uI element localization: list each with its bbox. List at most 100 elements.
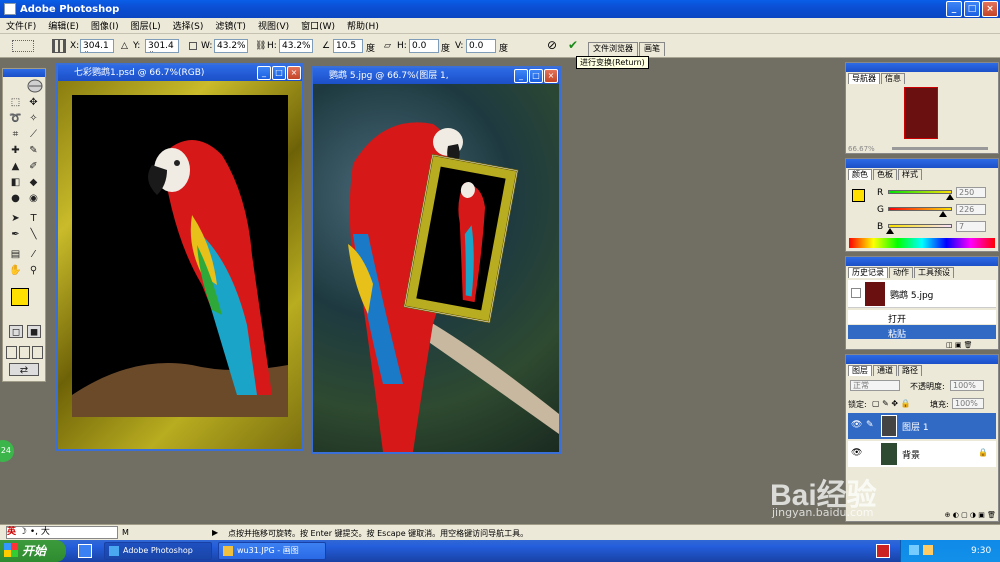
tab-paths[interactable]: 路径	[898, 365, 922, 376]
close-button[interactable]: ×	[982, 1, 998, 17]
menu-window[interactable]: 窗口(W)	[295, 19, 341, 32]
layer-name[interactable]: 图层 1	[902, 420, 929, 433]
layer-brush-icon[interactable]: ✎	[866, 420, 874, 430]
tab-navigator[interactable]: 导航器	[848, 73, 880, 84]
b-value[interactable]: 7	[956, 221, 986, 232]
history-item-selected[interactable]: 粘贴	[848, 325, 996, 340]
clock[interactable]: 9:30	[971, 540, 991, 562]
navigator-thumbnail[interactable]	[904, 87, 938, 139]
menu-layer[interactable]: 图层(L)	[125, 19, 167, 32]
minimize-button[interactable]: _	[946, 1, 962, 17]
adobe-online-icon[interactable]	[5, 77, 43, 95]
jump-to-imageready-icon[interactable]: ⇄	[9, 363, 39, 376]
layer-name[interactable]: 背景	[902, 448, 920, 461]
tab-styles[interactable]: 样式	[898, 169, 922, 180]
menu-view[interactable]: 视图(V)	[252, 19, 295, 32]
history-buttons[interactable]: ◫ ▣ 🗑	[946, 341, 996, 349]
document-2-canvas[interactable]	[313, 84, 559, 452]
document-window-1[interactable]: 七彩鹦鹉1.psd @ 66.7%(RGB) _ □ ×	[56, 63, 304, 451]
tray-app-icon[interactable]	[876, 544, 890, 558]
history-item[interactable]: 打开	[848, 310, 996, 325]
marquee-tool-icon[interactable]: ⬚	[9, 96, 22, 109]
document-window-2[interactable]: 鹦鹉 5.jpg @ 66.7%(图层 1, _ □ ×	[311, 66, 561, 454]
eyedropper-tool-icon[interactable]: ⁄	[27, 248, 40, 261]
w-input[interactable]: 43.2%	[214, 39, 248, 53]
taskbar-item-photoshop[interactable]: Adobe Photoshop	[104, 542, 212, 560]
taskbar-item-paint[interactable]: wu31.JPG - 画图	[218, 542, 326, 560]
move-tool-icon[interactable]: ✥	[27, 96, 40, 109]
slice-tool-icon[interactable]: ⟋	[27, 128, 40, 141]
link-icon[interactable]: ⛓	[255, 41, 266, 51]
quick-mask-icon[interactable]: ◼	[27, 325, 41, 338]
navigator-zoom[interactable]: 66.67%	[848, 145, 875, 153]
doc1-maximize-button[interactable]: □	[272, 66, 286, 80]
tab-file-browser[interactable]: 文件浏览器	[588, 42, 638, 56]
document-size[interactable]: M	[122, 528, 129, 537]
volume-icon[interactable]	[923, 545, 933, 555]
clone-stamp-tool-icon[interactable]: ▲	[9, 160, 22, 173]
menu-file[interactable]: 文件(F)	[0, 19, 42, 32]
screen-mode-3-icon[interactable]	[32, 346, 43, 359]
doc1-close-button[interactable]: ×	[287, 66, 301, 80]
type-tool-icon[interactable]: T	[27, 212, 40, 225]
blend-mode-select[interactable]: 正常	[850, 380, 900, 391]
standard-mode-icon[interactable]: ◻	[9, 325, 23, 338]
zoom-tool-icon[interactable]: ⚲	[27, 264, 40, 277]
line-tool-icon[interactable]: ╲	[27, 228, 40, 241]
tab-actions[interactable]: 动作	[889, 267, 913, 278]
tab-layers[interactable]: 图层	[848, 365, 872, 376]
network-icon[interactable]	[909, 545, 919, 555]
tab-info[interactable]: 信息	[881, 73, 905, 84]
y-input[interactable]: 301.4 像	[145, 39, 179, 53]
doc1-minimize-button[interactable]: _	[257, 66, 271, 80]
pen-tool-icon[interactable]: ✒	[9, 228, 22, 241]
color-swatches[interactable]	[8, 285, 38, 317]
ime-mode[interactable]: 英	[7, 527, 16, 537]
lock-icons[interactable]: ▢ ✎ ✥ 🔒	[872, 399, 911, 408]
reference-point-icon[interactable]	[52, 39, 66, 53]
menu-image[interactable]: 图像(I)	[85, 19, 125, 32]
ime-toolbar[interactable]: 英 ☽ •, 大	[6, 526, 118, 539]
show-desktop-icon[interactable]	[78, 544, 92, 558]
foreground-color-swatch[interactable]	[11, 288, 29, 306]
menu-edit[interactable]: 编辑(E)	[42, 19, 85, 32]
transform-tool-icon[interactable]	[12, 40, 34, 52]
angle-input[interactable]: 10.5	[333, 39, 363, 53]
hskew-input[interactable]: 0.0	[409, 39, 439, 53]
paint-bucket-tool-icon[interactable]: ◆	[27, 176, 40, 189]
history-brush-tool-icon[interactable]: ✐	[27, 160, 40, 173]
screen-mode-1-icon[interactable]	[6, 346, 17, 359]
blur-tool-icon[interactable]: ●	[9, 192, 22, 205]
ime-moon-icon[interactable]: ☽	[19, 527, 27, 537]
tab-history[interactable]: 历史记录	[848, 267, 888, 278]
snapshot-source-icon[interactable]	[851, 288, 861, 298]
r-value[interactable]: 250	[956, 187, 986, 198]
tab-swatches[interactable]: 色板	[873, 169, 897, 180]
g-slider-thumb[interactable]	[939, 211, 947, 217]
color-ramp[interactable]	[849, 238, 995, 248]
opacity-input[interactable]: 100%	[950, 380, 984, 391]
eraser-tool-icon[interactable]: ◧	[9, 176, 22, 189]
b-slider[interactable]	[888, 224, 952, 228]
color-foreground-swatch[interactable]	[852, 189, 865, 202]
x-input[interactable]: 304.1 像	[80, 39, 114, 53]
crop-tool-icon[interactable]: ⌗	[9, 128, 22, 141]
layer-row-selected[interactable]: 👁 ✎ 图层 1	[848, 413, 996, 439]
side-badge[interactable]: 24	[0, 440, 14, 462]
tab-brushes[interactable]: 画笔	[639, 42, 665, 56]
history-snapshot[interactable]: 鹦鹉 5.jpg	[848, 280, 996, 308]
tab-color[interactable]: 颜色	[848, 169, 872, 180]
layer-visibility-eye-icon[interactable]: 👁	[851, 420, 862, 430]
brush-tool-icon[interactable]: ✎	[27, 144, 40, 157]
h-input[interactable]: 43.2%	[279, 39, 313, 53]
doc2-close-button[interactable]: ×	[544, 69, 558, 83]
tab-tool-presets[interactable]: 工具预设	[914, 267, 954, 278]
r-slider-thumb[interactable]	[946, 194, 954, 200]
path-selection-tool-icon[interactable]: ➤	[9, 212, 22, 225]
vskew-input[interactable]: 0.0	[466, 39, 496, 53]
menu-help[interactable]: 帮助(H)	[341, 19, 385, 32]
screen-mode-2-icon[interactable]	[19, 346, 30, 359]
fill-input[interactable]: 100%	[952, 398, 984, 409]
cancel-transform-icon[interactable]: ⊘	[547, 38, 557, 52]
doc2-maximize-button[interactable]: □	[529, 69, 543, 83]
